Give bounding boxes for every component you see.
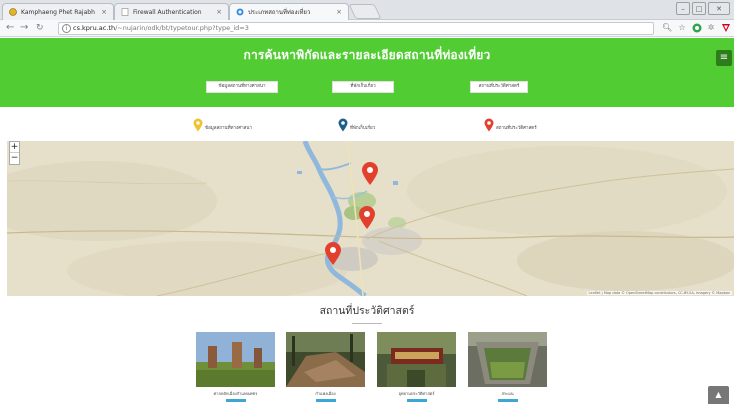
place-link-bar[interactable] xyxy=(315,399,336,402)
close-tab-icon[interactable]: × xyxy=(336,8,342,16)
legend-historical[interactable]: สถานที่ประวัติศาสตร์ xyxy=(484,118,537,132)
browser-tab-active[interactable]: ประเภทสถานที่ท่องเที่ยว × xyxy=(229,3,349,20)
close-tab-icon[interactable]: × xyxy=(101,8,107,16)
place-link-bar[interactable] xyxy=(406,399,427,402)
close-tab-icon[interactable]: × xyxy=(216,8,222,16)
hamburger-icon[interactable]: ≡ xyxy=(716,50,732,66)
place-photo[interactable] xyxy=(286,332,365,387)
tab-label: Firewall Authentication xyxy=(133,8,202,16)
minimize-window-icon[interactable]: – xyxy=(676,2,690,15)
place-card[interactable]: สระมน xyxy=(468,332,547,402)
url-host: cs.kpru.ac.th xyxy=(73,24,116,32)
place-label: สระมน xyxy=(501,391,514,396)
extension-puzzle-icon[interactable]: ✲ xyxy=(706,23,716,33)
back-arrow-icon[interactable]: ← xyxy=(6,22,14,34)
map-view[interactable]: Leaflet | Map data © OpenStreetMap contr… xyxy=(7,141,734,296)
legend-label: ที่พักเก็บเกี่ยว xyxy=(350,125,376,131)
site-favicon-icon xyxy=(236,8,244,16)
place-card[interactable]: ศาลหลักเมืองกำแพงเพชร xyxy=(196,332,275,402)
extension-shield-icon[interactable] xyxy=(721,23,731,33)
browser-tab-firewall[interactable]: Firewall Authentication × xyxy=(114,3,229,20)
historical-places-button[interactable]: สถานที่ประวัติศาสตร์ xyxy=(470,81,528,93)
marker-legend: ข้อมูลสถานที่ทางศาสนา ที่พักเก็บเกี่ยว ส… xyxy=(0,118,734,138)
place-link-bar[interactable] xyxy=(497,399,518,402)
browser-tab-kpru[interactable]: Kamphaeng Phet Rajabh × xyxy=(2,3,114,20)
close-window-icon[interactable]: ✕ xyxy=(708,2,730,15)
map-attribution[interactable]: Leaflet | Map data © OpenStreetMap contr… xyxy=(586,291,732,295)
url-path: /~nujarin/odk/bt/typetour.php?type_id=3 xyxy=(115,24,249,32)
address-bar-row: ← → ↻ i cs.kpru.ac.th/~nujarin/odk/bt/ty… xyxy=(0,20,734,37)
zoom-out-button[interactable]: − xyxy=(10,153,19,164)
zoom-in-button[interactable]: + xyxy=(10,142,19,153)
university-favicon-icon xyxy=(9,8,17,16)
section-title: สถานที่ประวัติศาสตร์ xyxy=(319,305,415,317)
map-zoom-control: + − xyxy=(9,141,20,165)
map-tiles xyxy=(7,141,734,296)
red-map-pin-icon xyxy=(484,118,494,132)
place-label: อุทยานประวัติศาสตร์ xyxy=(398,391,435,396)
scroll-to-top-button[interactable]: ▲ xyxy=(708,386,729,404)
place-photo[interactable] xyxy=(468,332,547,387)
reload-icon[interactable]: ↻ xyxy=(36,22,44,34)
maximize-window-icon[interactable]: □ xyxy=(692,2,706,15)
forward-arrow-icon[interactable]: → xyxy=(20,22,28,34)
bookmark-star-icon[interactable]: ☆ xyxy=(677,23,687,33)
section-divider xyxy=(352,323,382,324)
page-title: การค้นหาพิกัดและรายละเอียดสถานที่ท่องเที… xyxy=(243,48,491,62)
new-tab-button[interactable] xyxy=(348,4,382,19)
info-icon[interactable]: i xyxy=(62,24,71,33)
browser-tab-strip: Kamphaeng Phet Rajabh × Firewall Authent… xyxy=(0,0,734,20)
tab-label: Kamphaeng Phet Rajabh xyxy=(21,8,95,16)
place-link-bar[interactable] xyxy=(225,399,246,402)
page-icon xyxy=(121,8,129,16)
yellow-map-pin-icon xyxy=(193,118,203,132)
legend-accommodation[interactable]: ที่พักเก็บเกี่ยว xyxy=(338,118,375,132)
place-label: กำแพงเมือง xyxy=(315,391,336,396)
religious-places-button[interactable]: ข้อมูลสถานที่ทางศาสนา xyxy=(206,81,278,93)
place-photo[interactable] xyxy=(196,332,275,387)
zoom-icon[interactable]: 🔍︎ xyxy=(662,23,672,33)
accommodation-button[interactable]: ที่พักเก็บเกี่ยว xyxy=(332,81,394,93)
legend-label: ข้อมูลสถานที่ทางศาสนา xyxy=(205,125,252,131)
extension-green-icon[interactable] xyxy=(692,23,702,33)
place-card[interactable]: อุทยานประวัติศาสตร์ xyxy=(377,332,456,402)
url-field[interactable]: i cs.kpru.ac.th/~nujarin/odk/bt/typetour… xyxy=(58,22,654,35)
place-label: ศาลหลักเมืองกำแพงเพชร xyxy=(213,391,258,396)
place-card[interactable]: กำแพงเมือง xyxy=(286,332,365,402)
place-photo[interactable] xyxy=(377,332,456,387)
tab-label: ประเภทสถานที่ท่องเที่ยว xyxy=(248,9,311,16)
legend-religious[interactable]: ข้อมูลสถานที่ทางศาสนา xyxy=(193,118,252,132)
legend-label: สถานที่ประวัติศาสตร์ xyxy=(496,125,537,131)
site-header: การค้นหาพิกัดและรายละเอียดสถานที่ท่องเที… xyxy=(0,38,734,107)
blue-map-pin-icon xyxy=(338,118,348,132)
